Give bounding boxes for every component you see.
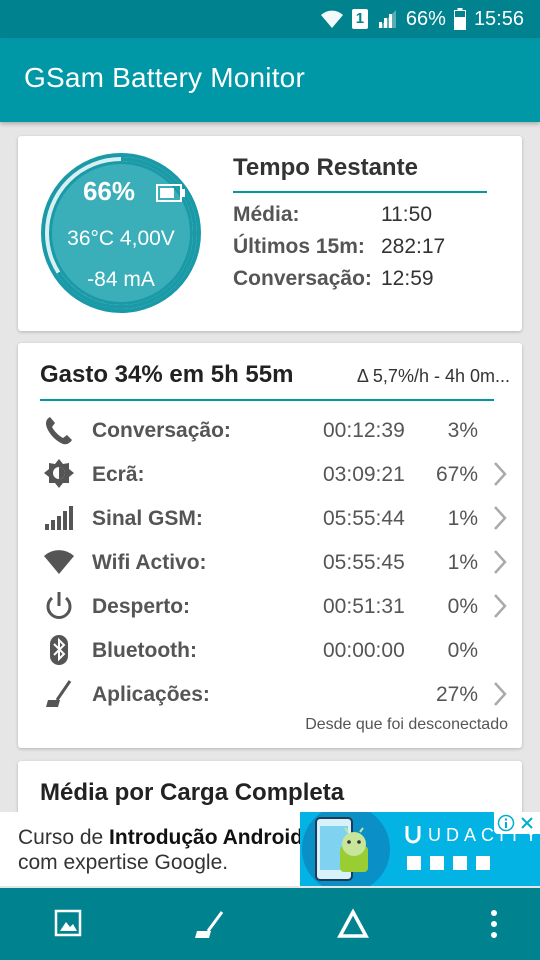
row-time: 03:09:21 [323,463,405,486]
image-icon[interactable] [53,908,83,943]
bottom-action-bar [0,888,540,960]
average-per-charge-title: Média por Carga Completa [40,779,345,806]
bluetooth-icon [42,634,76,666]
usage-card: Gasto 34% em 5h 55m Δ 5,7%/h - 4h 0m... … [18,343,522,748]
row-percent: 3% [447,419,478,442]
time-remaining-row: Média: 11:50 [233,203,432,227]
usage-row-awake[interactable]: Desperto: 00:51:31 0% [18,584,522,628]
clock: 15:56 [473,7,524,30]
time-remaining-row: Últimos 15m: 282:17 [233,235,445,259]
row-label: Sinal GSM: [92,507,203,530]
row-percent: 1% [447,551,478,574]
signal-icon [42,502,76,534]
usage-row-apps[interactable]: Aplicações: 27% [18,672,522,716]
row-label: Últimos 15m: [233,235,365,258]
status-bar: 1 66% 15:56 [0,0,540,38]
chevron-right-icon[interactable] [492,681,508,712]
ad-controls[interactable] [494,812,540,834]
row-percent: 27% [435,683,478,706]
row-label: Ecrã: [92,463,145,486]
row-percent: 0% [447,595,478,618]
apps-broom-icon [42,678,76,710]
current-draw: -84 mA [87,268,155,291]
row-label: Aplicações: [92,683,210,706]
row-time: 00:00:00 [323,639,405,662]
row-time: 05:55:45 [323,551,405,574]
row-label: Conversação: [92,419,231,442]
temperature-voltage: 36°C 4,00V [67,227,175,250]
battery-percent-text: 66% [405,7,446,30]
row-label: Desperto: [92,595,191,618]
ad-line-1-bold: Introdução Android [109,826,304,849]
ad-line-1-prefix: Curso de [18,826,110,849]
chevron-right-icon[interactable] [492,461,508,492]
row-label: Conversação: [233,267,372,290]
screen-brightness-icon [42,458,76,490]
usage-row-gsm-signal[interactable]: Sinal GSM: 05:55:44 1% [18,496,522,540]
row-time: 05:55:44 [323,507,405,530]
gauge-readout: 66% 36°C 4,00V -84 mA [36,148,206,318]
title-underline [233,191,487,193]
sim-badge: 1 [351,9,368,29]
app-title: GSam Battery Monitor [24,62,305,93]
ad-line-2: com expertise Google. [18,851,229,874]
row-percent: 0% [447,639,478,662]
ad-info-icon[interactable] [497,814,515,837]
row-time: 00:12:39 [323,419,405,442]
usage-row-bluetooth[interactable]: Bluetooth: 00:00:00 0% [18,628,522,672]
chevron-right-icon[interactable] [492,593,508,624]
gauge-percent: 66% [82,176,136,206]
overflow-menu-icon[interactable] [488,908,500,945]
title-underline [40,399,494,401]
ad-line-1: Curso de Introdução Android [18,826,303,850]
row-value: 12:59 [381,267,434,290]
usage-row-screen[interactable]: Ecrã: 03:09:21 67% [18,452,522,496]
app-bar: GSam Battery Monitor [0,38,540,122]
time-remaining-row: Conversação: 12:59 [233,267,434,291]
power-icon [42,590,76,622]
time-remaining-title: Tempo Restante [233,154,418,181]
delta-icon[interactable] [337,908,369,945]
ad-banner[interactable]: Curso de Introdução Android com expertis… [0,812,540,886]
chevron-right-icon[interactable] [492,505,508,536]
wifi-status-icon [320,9,344,29]
row-label: Bluetooth: [92,639,197,662]
usage-title: Gasto 34% em 5h 55m [40,361,294,388]
since-unplugged-note: Desde que foi desconectado [305,716,508,733]
phone-icon [42,414,76,446]
usage-rate: Δ 5,7%/h - 4h 0m... [356,366,510,386]
row-label: Wifi Activo: [92,551,207,574]
battery-summary-card[interactable]: 66% 36°C 4,00V -84 mA Tempo Restante Méd… [18,136,522,331]
row-percent: 67% [435,463,478,486]
apps-broom-icon[interactable] [193,908,227,947]
row-percent: 1% [447,507,478,530]
usage-row-wifi[interactable]: Wifi Activo: 05:55:45 1% [18,540,522,584]
row-label: Média: [233,203,300,226]
wifi-icon [42,546,76,578]
battery-status-icon [453,8,466,30]
row-value: 282:17 [381,235,446,258]
battery-icon [156,184,186,207]
row-time: 00:51:31 [323,595,405,618]
usage-row-conversation[interactable]: Conversação: 00:12:39 3% [18,408,522,452]
chevron-right-icon[interactable] [492,549,508,580]
row-value: 11:50 [381,203,432,226]
signal-status-icon [376,9,398,29]
ad-close-icon[interactable] [519,815,535,836]
